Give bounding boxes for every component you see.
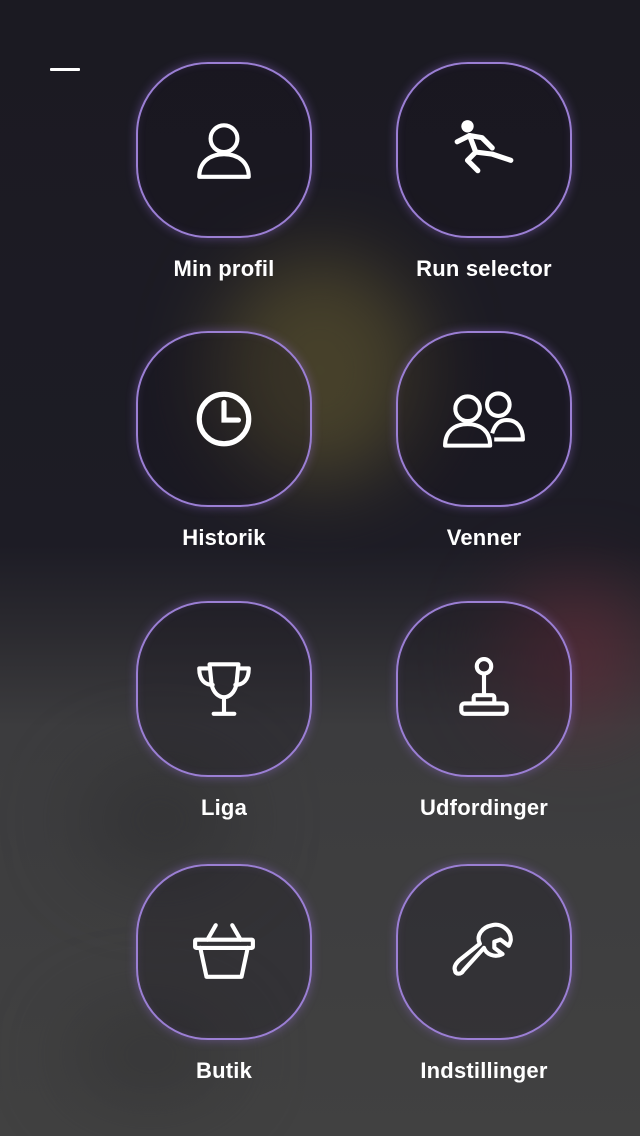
runner-icon xyxy=(454,120,514,174)
basket-icon xyxy=(193,923,255,979)
joystick-icon xyxy=(459,657,509,716)
menu-item-label: Run selector xyxy=(416,256,552,281)
menu-item-label: Venner xyxy=(446,525,522,550)
menu-item-venner[interactable]: Venner xyxy=(374,331,594,551)
menu-item-button[interactable] xyxy=(396,331,572,507)
menu-item-label: Udfordinger xyxy=(419,795,549,820)
menu-item-button[interactable] xyxy=(136,331,312,507)
menu-item-min-profil[interactable]: Min profil xyxy=(114,62,334,282)
menu-item-label: Indstillinger xyxy=(420,1058,548,1083)
menu-item-indstillinger[interactable]: Indstillinger xyxy=(374,864,594,1084)
menu-item-button[interactable] xyxy=(136,864,312,1040)
menu-item-udfordinger[interactable]: Udfordinger xyxy=(374,601,594,821)
menu-item-button[interactable] xyxy=(136,601,312,777)
menu-item-label: Historik xyxy=(182,525,266,550)
menu-item-button[interactable] xyxy=(396,62,572,238)
friends-icon xyxy=(443,391,525,448)
menu-item-button[interactable] xyxy=(396,864,572,1040)
menu-item-historik[interactable]: Historik xyxy=(114,331,334,551)
wrench-icon xyxy=(452,922,513,976)
menu-item-butik[interactable]: Butik xyxy=(114,864,334,1084)
menu-item-button[interactable] xyxy=(396,601,572,777)
user-icon xyxy=(197,123,251,179)
close-menu-button[interactable] xyxy=(50,68,80,71)
trophy-icon xyxy=(197,662,251,716)
menu-item-label: Min profil xyxy=(173,256,275,281)
menu-item-liga[interactable]: Liga xyxy=(114,601,334,821)
menu-item-button[interactable] xyxy=(136,62,312,238)
menu-item-label: Butik xyxy=(196,1058,252,1083)
menu-item-label: Liga xyxy=(200,795,248,820)
clock-icon xyxy=(196,391,252,447)
menu-item-run-selector[interactable]: Run selector xyxy=(374,62,594,282)
